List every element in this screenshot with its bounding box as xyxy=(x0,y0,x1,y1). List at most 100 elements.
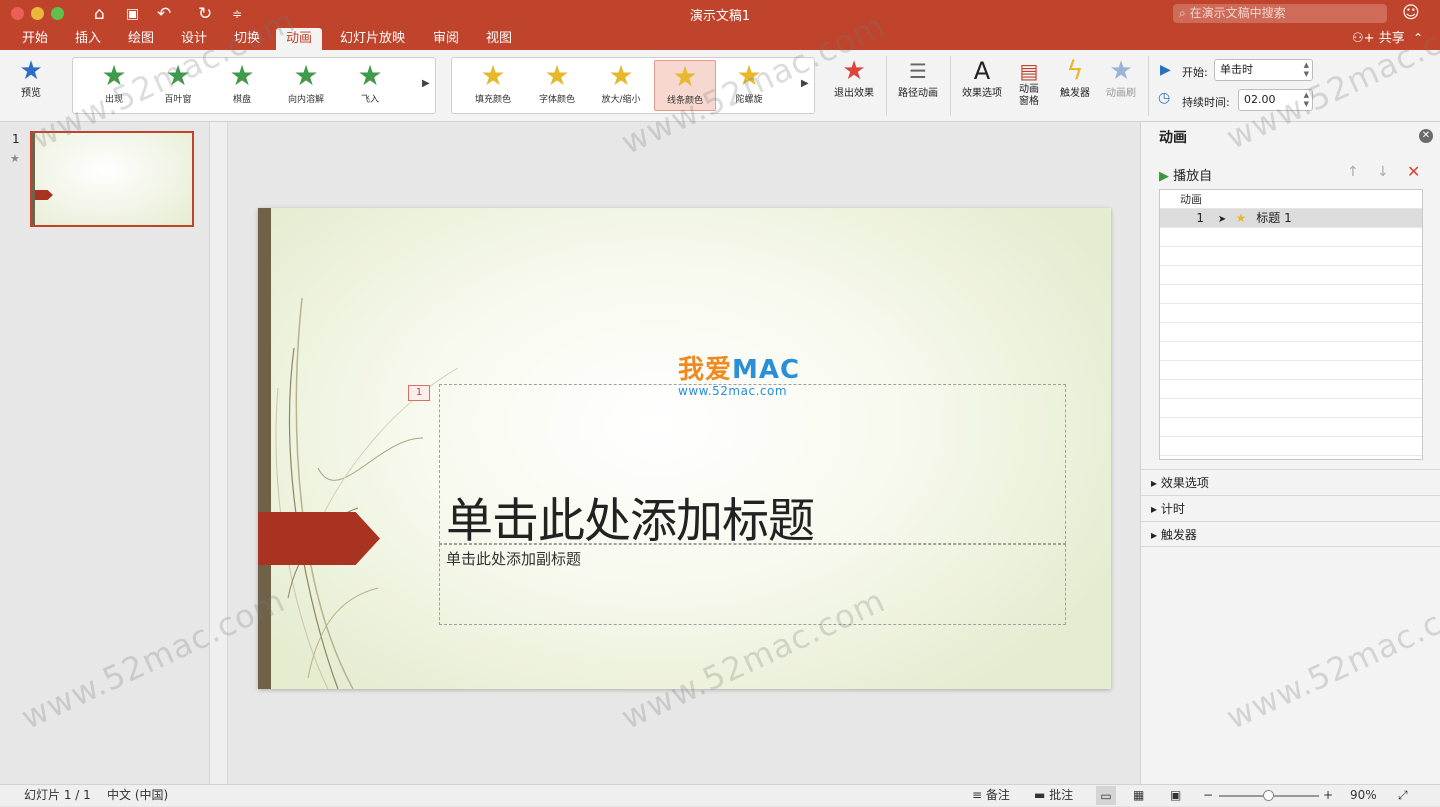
effect-gallery-item[interactable]: ★ 出现 xyxy=(83,60,145,111)
motion-path-button[interactable]: ☰ 路径动画 xyxy=(892,54,944,100)
zoom-slider-knob[interactable] xyxy=(1263,790,1274,801)
vertical-scrollbar[interactable] xyxy=(210,122,228,784)
comments-button[interactable]: ▬ 批注 xyxy=(1034,785,1073,806)
effect-gallery-item[interactable]: ★ 飞入 xyxy=(339,60,401,111)
section-triggers[interactable]: ▸ 触发器 xyxy=(1141,521,1440,547)
ribbon-tabs: 开始 插入 绘图 设计 切换 动画 幻灯片放映 审阅 视图 ⚇+ 共享 ⌃ xyxy=(0,28,1440,50)
duration-stepper[interactable]: 02.00 ▲ ▼ xyxy=(1238,89,1313,111)
emphasis-star-icon: ★ xyxy=(1235,211,1247,225)
move-up-icon[interactable]: ↑ xyxy=(1347,164,1359,180)
notes-icon: ≡ xyxy=(972,788,983,802)
slide-sorter-icon[interactable]: ▦ xyxy=(1133,785,1144,806)
effect-gallery-item[interactable]: ★ 百叶窗 xyxy=(147,60,209,111)
zoom-slider[interactable] xyxy=(1219,790,1319,801)
section-timing[interactable]: ▸ 计时 xyxy=(1141,495,1440,521)
subtitle-placeholder[interactable]: 单击此处添加副标题 xyxy=(439,544,1066,625)
motion-path-icon: ☰ xyxy=(909,59,927,83)
tab-design[interactable]: 设计 xyxy=(171,28,217,50)
effect-gallery-item[interactable]: ★ 填充颜色 xyxy=(462,60,524,111)
animation-pane-button[interactable]: ▤ 动画 窗格 xyxy=(1012,54,1046,108)
comment-icon: ▬ xyxy=(1034,788,1046,802)
tab-insert[interactable]: 插入 xyxy=(65,28,111,50)
thumbnail-bar xyxy=(32,133,35,225)
tab-view[interactable]: 视图 xyxy=(476,28,522,50)
effect-gallery-item[interactable]: ★ 线条颜色 xyxy=(654,60,716,111)
animation-list-item[interactable]: 1 ➤ ★ 标题 1 xyxy=(1160,209,1422,228)
effect-options-icon: A xyxy=(973,57,991,85)
exit-effects-button[interactable]: ★ 退出效果 xyxy=(828,54,880,100)
start-label: 开始: xyxy=(1182,66,1208,79)
effect-gallery-item[interactable]: ★ 陀螺旋 xyxy=(718,60,780,111)
slide-subtitle[interactable]: 单击此处添加副标题 xyxy=(446,548,581,569)
tab-animations[interactable]: 动画 xyxy=(276,28,323,50)
list-item xyxy=(1160,342,1422,361)
preview-button[interactable]: ★ 预览 xyxy=(8,54,54,100)
effect-gallery-item[interactable]: ★ 字体颜色 xyxy=(526,60,588,111)
effect-options-button[interactable]: A 效果选项 xyxy=(956,54,1008,100)
lightning-icon: ϟ xyxy=(1066,56,1084,86)
search-placeholder: 在演示文稿中搜索 xyxy=(1189,6,1286,20)
effect-label: 飞入 xyxy=(360,95,379,105)
animation-order-tag[interactable]: 1 xyxy=(408,385,430,401)
animation-painter-label: 动画刷 xyxy=(1106,88,1136,99)
start-dropdown[interactable]: 单击时 ▲ ▼ xyxy=(1214,59,1313,81)
trigger-label: 触发器 xyxy=(1060,88,1090,99)
list-item xyxy=(1160,266,1422,285)
effect-star-icon: ★ xyxy=(672,60,698,93)
disclosure-triangle-icon: ▸ xyxy=(1151,502,1158,516)
effect-star-icon: ★ xyxy=(544,59,570,92)
normal-view-icon[interactable]: ▭ xyxy=(1096,786,1116,805)
tab-transitions[interactable]: 切换 xyxy=(224,28,270,50)
ribbon-divider xyxy=(950,56,951,116)
slide-thumbnail[interactable] xyxy=(30,131,194,227)
close-icon[interactable]: ✕ xyxy=(1419,129,1433,143)
trigger-button[interactable]: ϟ 触发器 xyxy=(1052,54,1098,100)
status-bar: 幻灯片 1 / 1 中文 (中国) ≡ 备注 ▬ 批注 ▭ ▦ ▣ − + 90… xyxy=(0,784,1440,806)
section-effect-options[interactable]: ▸ 效果选项 xyxy=(1141,469,1440,495)
move-down-icon[interactable]: ↓ xyxy=(1377,164,1389,180)
section-label: 计时 xyxy=(1160,502,1185,516)
tab-review[interactable]: 审阅 xyxy=(423,28,469,50)
list-item xyxy=(1160,304,1422,323)
list-item xyxy=(1160,247,1422,266)
title-placeholder[interactable]: 单击此处添加标题 xyxy=(439,384,1066,549)
ribbon: ★ 预览 ★ 出现 ★ 百叶窗 ★ 棋盘 ★ 向内溶解 ★ 飞入 ▶ ★ 填充颜色 ★ 字体颜色 ★ 放大/… xyxy=(0,50,1440,122)
language-indicator[interactable]: 中文 (中国) xyxy=(107,785,168,806)
zoom-out-icon[interactable]: − xyxy=(1203,785,1213,806)
notes-button[interactable]: ≡ 备注 xyxy=(972,785,1010,806)
animation-pane: 动画 ✕ ▶ 播放自 ↑ ↓ ✕ 动画 1 ➤ ★ 标题 1 ▸ 效果选项 ▸ … xyxy=(1140,122,1440,784)
notes-label: 备注 xyxy=(985,788,1010,802)
share-button[interactable]: ⚇+ 共享 xyxy=(1352,28,1405,50)
animation-painter-button[interactable]: ★ 动画刷 xyxy=(1101,54,1141,100)
zoom-level[interactable]: 90% xyxy=(1350,785,1377,806)
tab-draw[interactable]: 绘图 xyxy=(118,28,164,50)
delete-icon[interactable]: ✕ xyxy=(1407,162,1420,181)
search-input[interactable]: ⌕ 在演示文稿中搜索 xyxy=(1173,4,1387,23)
play-from-button[interactable]: ▶ 播放自 xyxy=(1159,165,1212,184)
logo-cn: 我爱 xyxy=(678,355,733,385)
gallery-scroll-right-icon[interactable]: ▶ xyxy=(801,78,809,89)
effect-gallery-item[interactable]: ★ 棋盘 xyxy=(211,60,273,111)
effect-label: 线条颜色 xyxy=(666,96,703,106)
tab-slideshow[interactable]: 幻灯片放映 xyxy=(330,28,415,50)
ribbon-divider xyxy=(886,56,887,116)
add-person-icon: ⚇+ xyxy=(1352,31,1375,46)
zoom-in-icon[interactable]: + xyxy=(1323,785,1333,806)
animation-list-header: 动画 xyxy=(1160,190,1422,209)
effect-gallery-item[interactable]: ★ 向内溶解 xyxy=(275,60,337,111)
effect-label: 百叶窗 xyxy=(164,95,192,105)
gallery-scroll-right-icon[interactable]: ▶ xyxy=(422,78,430,89)
logo-url: www.52mac.com xyxy=(678,384,788,398)
title-bar: ⌂ ▣ ↶ ↻ ≑ 演示文稿1 ⌕ 在演示文稿中搜索 ☺ xyxy=(0,0,1440,28)
stepper-arrows-icon: ▲ ▼ xyxy=(1303,91,1309,108)
tab-home[interactable]: 开始 xyxy=(12,28,58,50)
preview-label: 预览 xyxy=(21,88,41,99)
presenter-view-icon[interactable]: ▣ xyxy=(1170,785,1181,806)
feedback-smiley-icon[interactable]: ☺ xyxy=(1402,3,1420,23)
slide-title[interactable]: 单击此处添加标题 xyxy=(446,482,815,551)
list-item xyxy=(1160,228,1422,247)
effect-star-icon: ★ xyxy=(165,59,191,92)
fit-to-window-icon[interactable]: ⤢ xyxy=(1398,785,1408,806)
collapse-ribbon-icon[interactable]: ⌃ xyxy=(1413,28,1423,49)
effect-gallery-item[interactable]: ★ 放大/缩小 xyxy=(590,60,652,111)
